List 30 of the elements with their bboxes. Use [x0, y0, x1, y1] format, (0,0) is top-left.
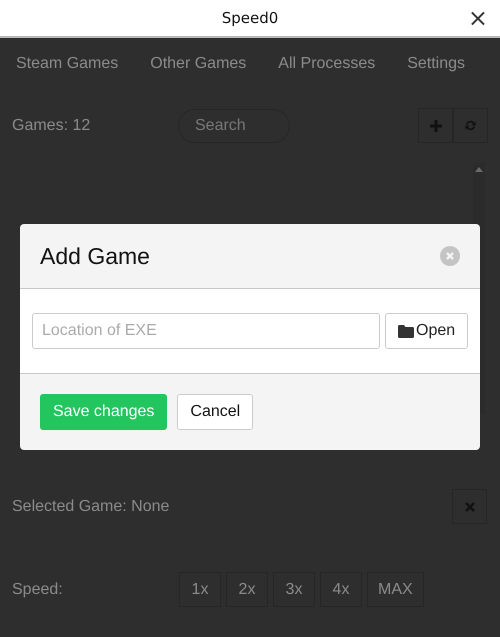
games-count: Games: 12 [12, 116, 92, 134]
search-field[interactable]: Search [178, 108, 290, 142]
refresh-button[interactable] [453, 108, 488, 143]
location-field[interactable]: Location of EXE [32, 313, 380, 349]
folder-icon [398, 324, 414, 338]
plus-icon [430, 120, 442, 132]
tab[interactable]: Other Games [138, 52, 258, 76]
close-button[interactable] [440, 246, 460, 266]
close-button[interactable]: × [464, 5, 492, 31]
scroll-up-icon[interactable] [475, 167, 483, 172]
speed-label: Speed: [12, 580, 64, 598]
speed-button[interactable]: 4x [320, 572, 362, 607]
save-button[interactable]: Save changes [40, 394, 168, 430]
open-button[interactable]: Open [385, 313, 468, 349]
speed-button[interactable]: 2x [226, 572, 268, 607]
close-icon [464, 502, 474, 512]
tab[interactable]: Settings [395, 52, 478, 76]
selected-game-label: Selected Game: None [12, 498, 170, 516]
window-title: Speed0 [222, 9, 278, 27]
close-icon [445, 251, 455, 261]
clear-button[interactable] [452, 489, 487, 524]
tab[interactable]: Steam Games [4, 52, 130, 76]
speed-button[interactable]: MAX [367, 572, 424, 607]
add-button[interactable] [418, 108, 453, 143]
speed-button[interactable]: 1x [179, 572, 221, 607]
dialog-title: Add Game [40, 242, 150, 270]
tab[interactable]: All Processes [266, 52, 388, 76]
speed-button[interactable]: 3x [273, 572, 315, 607]
cancel-button[interactable]: Cancel [177, 394, 254, 430]
refresh-icon [464, 119, 477, 132]
